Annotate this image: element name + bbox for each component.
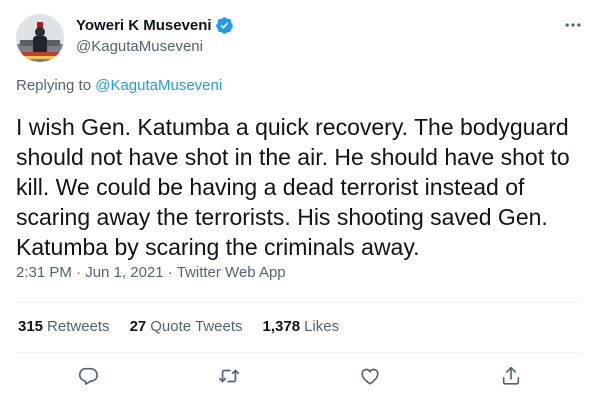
tweet-date[interactable]: Jun 1, 2021 <box>85 264 163 281</box>
like-button[interactable] <box>358 364 382 388</box>
more-dots-icon <box>565 23 581 27</box>
engagement-stats: 315 Retweets 27 Quote Tweets 1,378 Likes <box>18 318 359 335</box>
author-name-row: Yoweri K Museveni <box>76 15 234 35</box>
tweet-text: I wish Gen. Katumba a quick recovery. Th… <box>16 114 570 260</box>
meta-separator: · <box>76 264 86 281</box>
retweets-stat[interactable]: 315 Retweets <box>18 318 110 335</box>
divider <box>16 352 582 353</box>
replying-to-link[interactable]: @KagutaMuseveni <box>95 77 222 94</box>
share-icon <box>502 366 520 385</box>
tweet-time[interactable]: 2:31 PM <box>16 264 72 281</box>
tweet-meta: 2:31 PM · Jun 1, 2021 · Twitter Web App <box>16 264 286 281</box>
likes-stat[interactable]: 1,378 Likes <box>263 318 340 335</box>
author-name[interactable]: Yoweri K Museveni <box>76 17 212 34</box>
tweet-card: Yoweri K Museveni @KagutaMuseveni Replyi… <box>0 0 598 401</box>
quote-tweets-label: Quote Tweets <box>150 318 243 335</box>
likes-label: Likes <box>304 318 340 335</box>
tweet-source[interactable]: Twitter Web App <box>177 264 286 281</box>
avatar[interactable] <box>16 14 64 62</box>
retweets-label: Retweets <box>47 318 110 335</box>
author-block: Yoweri K Museveni @KagutaMuseveni <box>76 15 234 55</box>
quote-tweets-stat[interactable]: 27 Quote Tweets <box>130 318 243 335</box>
heart-icon <box>361 368 379 385</box>
verified-badge-icon <box>215 16 233 34</box>
meta-separator: · <box>167 264 177 281</box>
avatar-image <box>16 14 64 62</box>
author-handle[interactable]: @KagutaMuseveni <box>76 38 234 55</box>
divider <box>16 302 582 303</box>
share-button[interactable] <box>499 364 523 388</box>
action-bar <box>0 364 598 392</box>
quote-tweets-count: 27 <box>129 318 147 335</box>
retweets-count: 315 <box>18 318 44 335</box>
more-options-button[interactable] <box>562 14 584 36</box>
replying-prefix: Replying to <box>16 77 92 94</box>
reply-button[interactable] <box>76 364 100 388</box>
replying-to: Replying to @KagutaMuseveni <box>16 77 222 94</box>
reply-icon <box>78 367 98 385</box>
retweet-icon <box>219 369 239 383</box>
retweet-button[interactable] <box>217 364 241 388</box>
likes-count: 1,378 <box>262 318 301 335</box>
